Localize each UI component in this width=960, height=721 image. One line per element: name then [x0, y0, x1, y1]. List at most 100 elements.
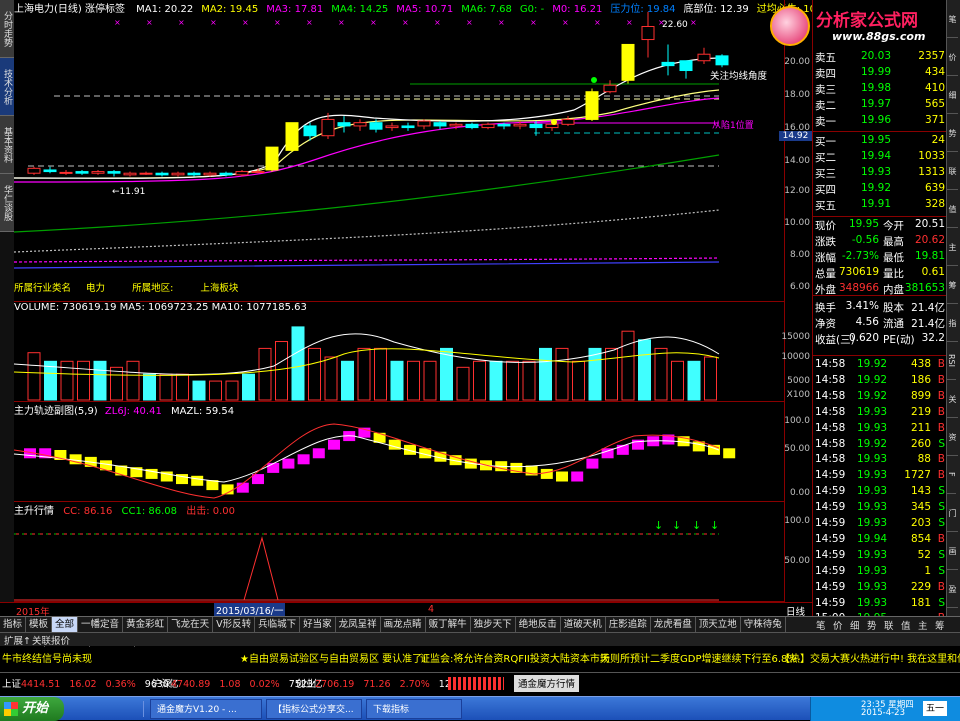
- stat-value: -0.56: [851, 234, 879, 246]
- kline-chart[interactable]: × × × × × × × × × × × × × × × × × × ×: [14, 0, 784, 302]
- volume-chart[interactable]: [14, 302, 784, 402]
- y-label: 5000: [787, 376, 810, 386]
- indicator-tab[interactable]: 模板: [26, 617, 53, 632]
- right-tab[interactable]: 联: [947, 152, 958, 190]
- quote-tab[interactable]: 笔: [816, 618, 826, 632]
- indicator-tab[interactable]: 一幡定音: [78, 617, 124, 632]
- tab-expand[interactable]: 扩展↑: [4, 633, 31, 647]
- news-item[interactable]: 证监会:将允许台资RQFII投资大陆资本市场: [420, 652, 610, 668]
- volume-unit: X100: [786, 390, 810, 400]
- tick-price: 19.93: [857, 517, 888, 529]
- sell-row: 卖一 19.96 371: [815, 114, 945, 129]
- indicator-tab[interactable]: 全部: [52, 617, 79, 632]
- news-item[interactable]: 天则所预计二季度GDP增速继续下行至6.8%: [600, 652, 797, 668]
- right-tab[interactable]: 筹: [947, 266, 958, 304]
- right-tab[interactable]: 关: [947, 380, 958, 418]
- tab-huaren[interactable]: 华仁谈股: [0, 174, 14, 232]
- tab-fenshi[interactable]: 分时走势: [0, 0, 14, 58]
- indicator-tab[interactable]: 兵临城下: [255, 617, 301, 632]
- indicator-tab[interactable]: 贩丁解牛: [426, 617, 471, 632]
- date-bar[interactable]: 2015年 2015/03/16/一 4 日线: [0, 602, 812, 618]
- right-tab[interactable]: 主: [947, 228, 958, 266]
- quote-tab[interactable]: 势: [867, 618, 877, 632]
- buy-row: 买二 19.94 1033: [815, 150, 945, 165]
- indicator-tab[interactable]: 守株待兔: [741, 617, 786, 632]
- stat-key: 量比: [883, 268, 904, 280]
- left-tab-filler: [0, 232, 14, 616]
- y-label: 18.00: [784, 90, 810, 100]
- indicator-tab[interactable]: 道破天机: [561, 617, 606, 632]
- indicator-tab[interactable]: 龙凤呈祥: [336, 617, 381, 632]
- right-tab[interactable]: 画: [947, 532, 958, 570]
- candle: [337, 122, 351, 127]
- track-panel[interactable]: 主力轨迹副图(5,9) ZL6J: 40.41 MAZL: 59.54: [14, 402, 784, 502]
- indicator-tab[interactable]: V形反转: [213, 617, 256, 632]
- stat-key: 今开: [883, 220, 904, 232]
- quote-tab[interactable]: 主: [918, 618, 928, 632]
- candle: [641, 26, 655, 41]
- indicator-tab[interactable]: 顶天立地: [696, 617, 741, 632]
- indicator-tab[interactable]: 独步天下: [471, 617, 516, 632]
- indicator-tab[interactable]: 好当家: [300, 617, 336, 632]
- tick-row: 14:59 19.93 345 S: [815, 501, 945, 516]
- top-marker: ×: [306, 18, 313, 27]
- right-tab[interactable]: 势: [947, 114, 958, 152]
- tab-jiben[interactable]: 基本资料: [0, 116, 14, 174]
- news-item[interactable]: 【热】交易大赛火热进行中! 我在这里和你点兵: [780, 652, 960, 668]
- right-tab[interactable]: 指: [947, 304, 958, 342]
- tick-volume: 229: [910, 580, 931, 593]
- news-item[interactable]: 牛市终结信号尚未现: [2, 652, 92, 668]
- quote-tab[interactable]: 联: [884, 618, 894, 632]
- quote-tab[interactable]: 值: [901, 618, 911, 632]
- right-tab[interactable]: 值: [947, 190, 958, 228]
- right-tab[interactable]: 盈: [947, 570, 958, 608]
- stat-row: 净资 4.56 流通 21.4亿: [815, 316, 945, 331]
- index-cy[interactable]: 创业2706.19 71.26 2.70% 1253亿: [296, 676, 472, 690]
- taskbar-item-download[interactable]: 下载指标: [366, 699, 462, 719]
- indicator-tab[interactable]: 龙虎看盘: [651, 617, 696, 632]
- indicator-tab[interactable]: 指标: [0, 617, 27, 632]
- indicator-tab[interactable]: 黄金彩虹: [123, 617, 169, 632]
- clock-date[interactable]: 2015-4-23: [861, 708, 905, 718]
- right-tab[interactable]: F: [947, 456, 956, 494]
- candle: [75, 171, 89, 174]
- quote-tab[interactable]: 细: [850, 618, 860, 632]
- top-marker: ×: [530, 18, 537, 27]
- track-block: [328, 439, 340, 450]
- tab-related-quote[interactable]: 关联报价: [32, 633, 70, 647]
- industry-label: 所属行业类名: [14, 283, 72, 294]
- volume-y-axis: 15000 10000 5000 X100: [781, 302, 812, 402]
- indicator-tab[interactable]: 绝地反击: [516, 617, 561, 632]
- taskbar-item-app[interactable]: 通金魔方V1.20 - ...: [150, 699, 262, 719]
- right-tab[interactable]: RSI: [947, 342, 956, 380]
- ime-indicator[interactable]: 五一: [923, 701, 948, 716]
- track-chart[interactable]: [14, 402, 784, 502]
- y-label: 8.00: [789, 250, 810, 260]
- row-volume: 1033: [918, 150, 945, 162]
- row-volume: 371: [924, 114, 945, 126]
- rise-panel[interactable]: 主升行情 CC: 86.16 CC1: 86.08 出击: 0.00 ↓ ↓ ↓ ↓: [14, 502, 784, 602]
- volume-panel[interactable]: VOLUME: 730619.19 MA5: 1069723.25 MA10: …: [14, 302, 784, 402]
- tick-row: 14:59 19.93 1 S: [815, 565, 945, 580]
- right-tab[interactable]: 细: [947, 76, 958, 114]
- tick-volume: 899: [910, 389, 931, 402]
- quote-tab[interactable]: 筹: [935, 618, 945, 632]
- right-tab[interactable]: 门: [947, 494, 958, 532]
- indicator-tab[interactable]: 飞龙在天: [168, 617, 214, 632]
- tab-jishu[interactable]: 技术分析: [0, 58, 14, 116]
- row-price: 19.91: [860, 198, 891, 210]
- taskbar-item-forum[interactable]: 【指标公式分享交...: [266, 699, 362, 719]
- news-item[interactable]: ★自由贸易试验区与自由贸易区 要认准了!: [240, 652, 426, 668]
- rise-chart[interactable]: ↓ ↓ ↓ ↓: [14, 502, 784, 602]
- row-label: 买五: [815, 200, 836, 212]
- quick-launch: [70, 701, 144, 717]
- tick-price: 19.93: [857, 501, 888, 514]
- buy-row: 买三 19.93 1313: [815, 166, 945, 181]
- kline-panel[interactable]: 上海电力(日线) 涨停标签 MA1: 20.22 MA2: 19.45 MA3: 1…: [14, 0, 832, 302]
- indicator-tab[interactable]: 庄影追踪: [606, 617, 651, 632]
- candle: [417, 120, 431, 127]
- right-tab[interactable]: 资: [947, 418, 958, 456]
- news-ticker[interactable]: 牛市终结信号尚未现 ★自由贸易试验区与自由贸易区 要认准了! 证监会:将允许台资…: [0, 652, 960, 670]
- indicator-tab[interactable]: 画龙点睛: [381, 617, 426, 632]
- quote-tab[interactable]: 价: [833, 618, 843, 632]
